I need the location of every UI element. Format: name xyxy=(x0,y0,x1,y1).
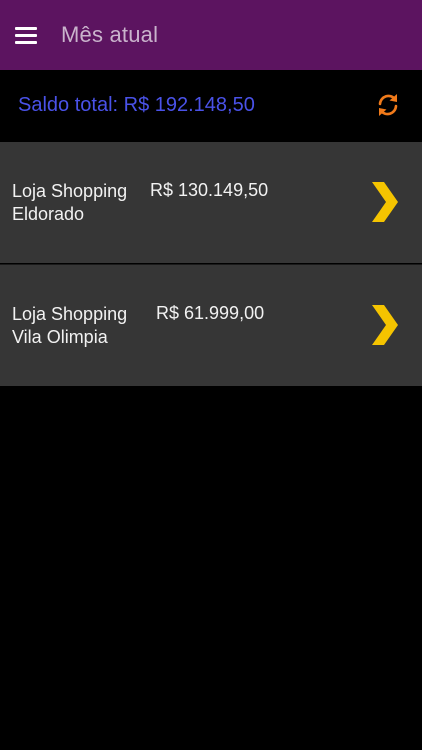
store-name: Loja Shopping Vila Olimpia xyxy=(12,303,128,347)
total-balance: Saldo total: R$ 192.148,50 xyxy=(18,93,255,116)
page-title: Mês atual xyxy=(61,22,159,47)
store-balance: R$ 61.999,00 xyxy=(156,303,265,323)
chevron-right-icon[interactable] xyxy=(370,180,400,224)
hamburger-menu-icon xyxy=(15,27,37,44)
store-name: Loja Shopping Eldorado xyxy=(12,180,128,224)
store-list: Loja Shopping Eldorado R$ 130.149,50 Loj… xyxy=(0,142,422,386)
app-bar: Mês atual xyxy=(0,0,422,70)
balance-row: Saldo total: R$ 192.148,50 xyxy=(0,70,422,140)
chevron-right-icon[interactable] xyxy=(370,303,400,347)
refresh-button[interactable] xyxy=(368,85,408,125)
store-balance: R$ 130.149,50 xyxy=(150,180,269,200)
store-row-vila-olimpia[interactable]: Loja Shopping Vila Olimpia R$ 61.999,00 xyxy=(0,264,422,386)
refresh-icon xyxy=(378,94,398,116)
menu-button[interactable] xyxy=(0,0,56,70)
screen: Mês atual Saldo total: R$ 192.148,50 Loj… xyxy=(0,0,422,750)
store-row-eldorado[interactable]: Loja Shopping Eldorado R$ 130.149,50 xyxy=(0,142,422,263)
